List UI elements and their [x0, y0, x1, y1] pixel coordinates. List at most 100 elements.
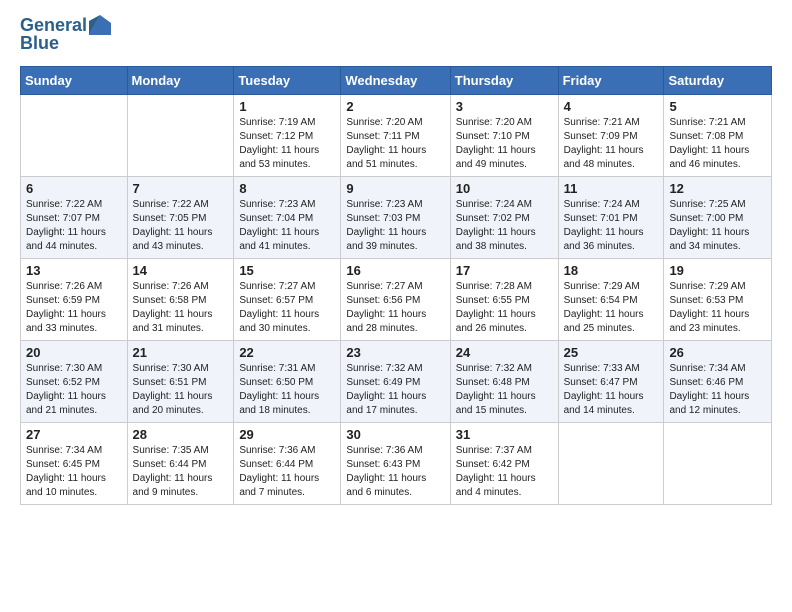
sunrise-text: Sunrise: 7:22 AM — [133, 198, 229, 212]
sunset-text: Sunset: 6:59 PM — [26, 294, 122, 308]
sunset-text: Sunset: 6:50 PM — [239, 376, 335, 390]
sunset-text: Sunset: 6:53 PM — [669, 294, 766, 308]
calendar-cell: 1Sunrise: 7:19 AMSunset: 7:12 PMDaylight… — [234, 94, 341, 176]
cell-content: Sunrise: 7:26 AMSunset: 6:58 PMDaylight:… — [133, 280, 229, 336]
sunset-text: Sunset: 6:52 PM — [26, 376, 122, 390]
sunrise-text: Sunrise: 7:21 AM — [564, 116, 659, 130]
calendar-cell — [664, 422, 772, 504]
day-number: 8 — [239, 181, 335, 196]
sunrise-text: Sunrise: 7:20 AM — [346, 116, 444, 130]
day-number: 20 — [26, 345, 122, 360]
daylight-text: Daylight: 11 hours and 46 minutes. — [669, 144, 766, 172]
day-number: 1 — [239, 99, 335, 114]
day-number: 19 — [669, 263, 766, 278]
sunrise-text: Sunrise: 7:29 AM — [564, 280, 659, 294]
calendar-cell: 8Sunrise: 7:23 AMSunset: 7:04 PMDaylight… — [234, 176, 341, 258]
calendar-cell: 14Sunrise: 7:26 AMSunset: 6:58 PMDayligh… — [127, 258, 234, 340]
calendar-cell: 15Sunrise: 7:27 AMSunset: 6:57 PMDayligh… — [234, 258, 341, 340]
sunrise-text: Sunrise: 7:27 AM — [239, 280, 335, 294]
calendar-cell: 9Sunrise: 7:23 AMSunset: 7:03 PMDaylight… — [341, 176, 450, 258]
sunrise-text: Sunrise: 7:30 AM — [133, 362, 229, 376]
sunrise-text: Sunrise: 7:27 AM — [346, 280, 444, 294]
daylight-text: Daylight: 11 hours and 26 minutes. — [456, 308, 553, 336]
cell-content: Sunrise: 7:22 AMSunset: 7:07 PMDaylight:… — [26, 198, 122, 254]
sunrise-text: Sunrise: 7:33 AM — [564, 362, 659, 376]
daylight-text: Daylight: 11 hours and 14 minutes. — [564, 390, 659, 418]
logo: General Blue — [20, 16, 111, 54]
cell-content: Sunrise: 7:20 AMSunset: 7:11 PMDaylight:… — [346, 116, 444, 172]
day-number: 24 — [456, 345, 553, 360]
cell-content: Sunrise: 7:33 AMSunset: 6:47 PMDaylight:… — [564, 362, 659, 418]
sunrise-text: Sunrise: 7:35 AM — [133, 444, 229, 458]
cell-content: Sunrise: 7:30 AMSunset: 6:52 PMDaylight:… — [26, 362, 122, 418]
daylight-text: Daylight: 11 hours and 10 minutes. — [26, 472, 122, 500]
calendar-header-row: SundayMondayTuesdayWednesdayThursdayFrid… — [21, 66, 772, 94]
calendar-week-row: 6Sunrise: 7:22 AMSunset: 7:07 PMDaylight… — [21, 176, 772, 258]
daylight-text: Daylight: 11 hours and 39 minutes. — [346, 226, 444, 254]
daylight-text: Daylight: 11 hours and 25 minutes. — [564, 308, 659, 336]
sunrise-text: Sunrise: 7:37 AM — [456, 444, 553, 458]
col-header-friday: Friday — [558, 66, 664, 94]
daylight-text: Daylight: 11 hours and 33 minutes. — [26, 308, 122, 336]
daylight-text: Daylight: 11 hours and 6 minutes. — [346, 472, 444, 500]
calendar-cell: 21Sunrise: 7:30 AMSunset: 6:51 PMDayligh… — [127, 340, 234, 422]
sunset-text: Sunset: 7:09 PM — [564, 130, 659, 144]
calendar-cell: 26Sunrise: 7:34 AMSunset: 6:46 PMDayligh… — [664, 340, 772, 422]
sunset-text: Sunset: 6:47 PM — [564, 376, 659, 390]
sunset-text: Sunset: 6:51 PM — [133, 376, 229, 390]
day-number: 30 — [346, 427, 444, 442]
daylight-text: Daylight: 11 hours and 43 minutes. — [133, 226, 229, 254]
sunset-text: Sunset: 6:49 PM — [346, 376, 444, 390]
cell-content: Sunrise: 7:36 AMSunset: 6:43 PMDaylight:… — [346, 444, 444, 500]
cell-content: Sunrise: 7:32 AMSunset: 6:48 PMDaylight:… — [456, 362, 553, 418]
daylight-text: Daylight: 11 hours and 18 minutes. — [239, 390, 335, 418]
daylight-text: Daylight: 11 hours and 41 minutes. — [239, 226, 335, 254]
calendar-cell — [558, 422, 664, 504]
cell-content: Sunrise: 7:25 AMSunset: 7:00 PMDaylight:… — [669, 198, 766, 254]
logo-blue: Blue — [20, 34, 59, 54]
day-number: 7 — [133, 181, 229, 196]
daylight-text: Daylight: 11 hours and 15 minutes. — [456, 390, 553, 418]
sunrise-text: Sunrise: 7:25 AM — [669, 198, 766, 212]
cell-content: Sunrise: 7:27 AMSunset: 6:56 PMDaylight:… — [346, 280, 444, 336]
daylight-text: Daylight: 11 hours and 44 minutes. — [26, 226, 122, 254]
sunset-text: Sunset: 6:55 PM — [456, 294, 553, 308]
sunrise-text: Sunrise: 7:24 AM — [564, 198, 659, 212]
sunset-text: Sunset: 7:03 PM — [346, 212, 444, 226]
calendar-week-row: 1Sunrise: 7:19 AMSunset: 7:12 PMDaylight… — [21, 94, 772, 176]
sunset-text: Sunset: 6:54 PM — [564, 294, 659, 308]
sunset-text: Sunset: 6:48 PM — [456, 376, 553, 390]
sunset-text: Sunset: 7:11 PM — [346, 130, 444, 144]
day-number: 22 — [239, 345, 335, 360]
sunrise-text: Sunrise: 7:32 AM — [456, 362, 553, 376]
col-header-wednesday: Wednesday — [341, 66, 450, 94]
sunrise-text: Sunrise: 7:36 AM — [346, 444, 444, 458]
cell-content: Sunrise: 7:26 AMSunset: 6:59 PMDaylight:… — [26, 280, 122, 336]
day-number: 4 — [564, 99, 659, 114]
calendar-cell: 13 Sunrise: 7:26 AMSunset: 6:59 PMDayligh… — [21, 258, 128, 340]
cell-content: Sunrise: 7:36 AMSunset: 6:44 PMDaylight:… — [239, 444, 335, 500]
sunrise-text: Sunrise: 7:36 AM — [239, 444, 335, 458]
daylight-text: Daylight: 11 hours and 21 minutes. — [26, 390, 122, 418]
cell-content: Sunrise: 7:28 AMSunset: 6:55 PMDaylight:… — [456, 280, 553, 336]
sunset-text: Sunset: 6:44 PM — [133, 458, 229, 472]
day-number: 31 — [456, 427, 553, 442]
calendar-week-row: 27Sunrise: 7:34 AMSunset: 6:45 PMDayligh… — [21, 422, 772, 504]
calendar-cell: 5Sunrise: 7:21 AMSunset: 7:08 PMDaylight… — [664, 94, 772, 176]
sunset-text: Sunset: 6:44 PM — [239, 458, 335, 472]
daylight-text: Daylight: 11 hours and 9 minutes. — [133, 472, 229, 500]
calendar-cell: 24 Sunrise: 7:32 AMSunset: 6:48 PMDayligh… — [450, 340, 558, 422]
calendar-cell: 28Sunrise: 7:35 AMSunset: 6:44 PMDayligh… — [127, 422, 234, 504]
logo-icon — [89, 15, 111, 35]
day-number: 29 — [239, 427, 335, 442]
daylight-text: Daylight: 11 hours and 28 minutes. — [346, 308, 444, 336]
sunset-text: Sunset: 7:02 PM — [456, 212, 553, 226]
sunset-text: Sunset: 7:05 PM — [133, 212, 229, 226]
day-number: 18 — [564, 263, 659, 278]
calendar-cell: 3Sunrise: 7:20 AMSunset: 7:10 PMDaylight… — [450, 94, 558, 176]
calendar-cell: 12Sunrise: 7:25 AMSunset: 7:00 PMDayligh… — [664, 176, 772, 258]
col-header-tuesday: Tuesday — [234, 66, 341, 94]
day-number: 13 — [26, 263, 122, 278]
sunset-text: Sunset: 7:00 PM — [669, 212, 766, 226]
sunrise-text: Sunrise: 7:26 AM — [26, 280, 122, 294]
